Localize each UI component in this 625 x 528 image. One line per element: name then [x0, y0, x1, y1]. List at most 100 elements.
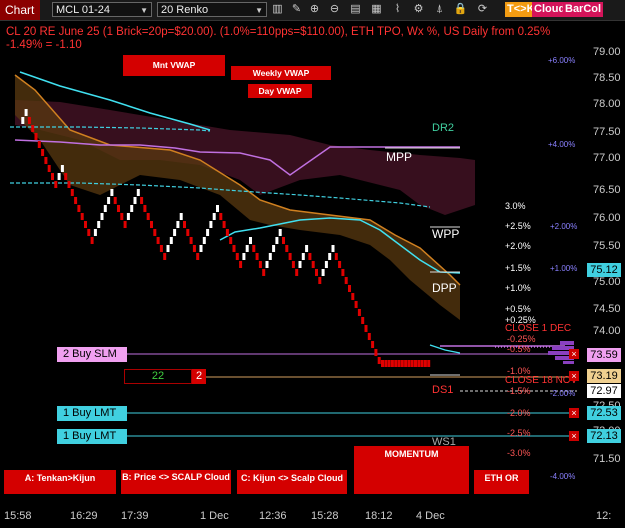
price-tag-lmt2: 72.13 [587, 429, 621, 443]
day-vwap-button[interactable]: Day VWAP [248, 84, 312, 98]
renko-brick [110, 189, 114, 196]
renko-brick [27, 117, 31, 124]
renko-brick [202, 237, 206, 244]
renko-brick [328, 253, 332, 260]
renko-brick [407, 360, 411, 367]
renko-brick [189, 237, 193, 244]
renko-brick [126, 213, 130, 220]
pct-level-label: -1.0% [507, 366, 531, 376]
pct-level-label: +0.25% [505, 315, 536, 325]
pct-level-label: +0.5% [505, 304, 531, 314]
mpp-label: MPP [386, 150, 413, 164]
renko-brick [268, 253, 272, 260]
renko-brick [219, 213, 223, 220]
alert-icon[interactable]: ⍋ [432, 2, 447, 17]
price-tag-last: 72.97 [587, 384, 621, 398]
renko-brick [344, 277, 348, 284]
time-axis-label: 15:28 [311, 510, 339, 522]
renko-brick [70, 189, 74, 196]
renko-brick [295, 269, 299, 276]
price-axis-label: 77.50 [593, 126, 621, 138]
dpp-label: DPP [432, 281, 457, 295]
pct-level-label: -1.5% [507, 386, 531, 396]
properties-icon[interactable]: ▤ [348, 2, 363, 17]
template-icon[interactable]: ▦ [369, 2, 384, 17]
lock-icon[interactable]: 🔒 [453, 2, 468, 17]
right-pct-label: -4.00% [550, 472, 576, 481]
price-axis-label: 78.50 [593, 72, 621, 84]
indicators-icon[interactable]: ⌇ [390, 2, 405, 17]
buy-lmt-order-2[interactable]: 1 Buy LMT [57, 429, 127, 444]
renko-brick [84, 221, 87, 228]
renko-brick [130, 205, 134, 212]
instrument-selector[interactable]: MCL 01-24 ▼ [52, 2, 152, 17]
renko-brick [136, 189, 140, 196]
renko-brick [394, 360, 398, 367]
bar-type-selector[interactable]: 20 Renko ▼ [157, 2, 267, 17]
renko-brick [153, 229, 157, 236]
cancel-lmt1-icon[interactable]: × [569, 408, 579, 418]
barcol-toggle-button[interactable]: BarCol [563, 2, 604, 17]
time-axis-label: 12: [596, 510, 612, 522]
renko-brick [245, 245, 249, 252]
zoom-out-icon[interactable]: ⊖ [327, 2, 342, 17]
renko-brick [31, 125, 35, 132]
signal-b-button[interactable]: B: Price <> SCALP Cloud [121, 470, 231, 494]
dr2-label: DR2 [432, 122, 455, 134]
monthly-vwap-button[interactable]: Mnt VWAP [123, 55, 225, 76]
chart-tab[interactable]: Chart [0, 0, 40, 20]
cancel-lmt2-icon[interactable]: × [569, 431, 579, 441]
renko-brick [255, 253, 259, 260]
ds1-label: DS1 [432, 384, 454, 396]
renko-brick [90, 237, 94, 244]
renko-brick [60, 165, 64, 172]
renko-brick [173, 229, 177, 236]
renko-brick [54, 181, 58, 188]
renko-brick [159, 245, 163, 252]
eth-or-button[interactable]: ETH OR [474, 470, 529, 494]
renko-brick [381, 360, 384, 367]
renko-brick [169, 237, 173, 244]
renko-brick [100, 213, 104, 220]
renko-brick [308, 253, 312, 260]
right-pct-label: +4.00% [548, 140, 576, 149]
signal-a-button[interactable]: A: Tenkan>Kijun [4, 470, 116, 494]
pencil-icon[interactable]: ✎ [289, 2, 304, 17]
renko-brick [93, 229, 97, 236]
renko-brick [222, 221, 226, 228]
renko-brick [427, 360, 431, 367]
renko-brick [258, 261, 262, 268]
renko-brick [291, 261, 295, 268]
refresh-icon[interactable]: ⟳ [475, 2, 490, 17]
price-tag-cyan: 75.12 [587, 263, 621, 277]
cancel-slm-icon[interactable]: × [569, 349, 579, 359]
cloud-toggle-button[interactable]: Cloud [532, 2, 568, 17]
renko-brick [404, 360, 408, 367]
renko-brick [341, 269, 345, 276]
close-18-nov-label: CLOSE 18 NOV [505, 375, 578, 386]
renko-brick [377, 357, 381, 364]
price-axis-label: 76.00 [593, 212, 621, 224]
renko-brick [390, 360, 394, 367]
renko-brick [183, 221, 186, 228]
weekly-vwap-button[interactable]: Weekly VWAP [231, 66, 331, 80]
strategy-icon[interactable]: ⚙ [411, 2, 426, 17]
price-axis-label: 75.00 [593, 276, 621, 288]
renko-brick [57, 173, 61, 180]
renko-brick [229, 237, 233, 244]
position-badge[interactable]: 2 [192, 369, 206, 384]
pct-level-label: +2.5% [505, 221, 531, 231]
bars-icon[interactable]: ▥ [270, 2, 285, 17]
renko-brick [44, 157, 48, 164]
price-chart[interactable] [0, 20, 625, 528]
zoom-in-icon[interactable]: ⊕ [307, 2, 322, 17]
time-axis-label: 12:36 [259, 510, 287, 522]
close-position-icon[interactable]: × [569, 371, 579, 381]
renko-brick [179, 213, 183, 220]
signal-c-button[interactable]: C: Kijun <> Scalp Cloud [237, 470, 347, 494]
momentum-button[interactable]: MOMENTUM [354, 446, 469, 494]
position-qty[interactable]: 22 [124, 369, 192, 384]
buy-lmt-order-1[interactable]: 1 Buy LMT [57, 406, 127, 421]
buy-slm-order[interactable]: 2 Buy SLM [57, 347, 127, 362]
renko-brick [351, 293, 355, 300]
